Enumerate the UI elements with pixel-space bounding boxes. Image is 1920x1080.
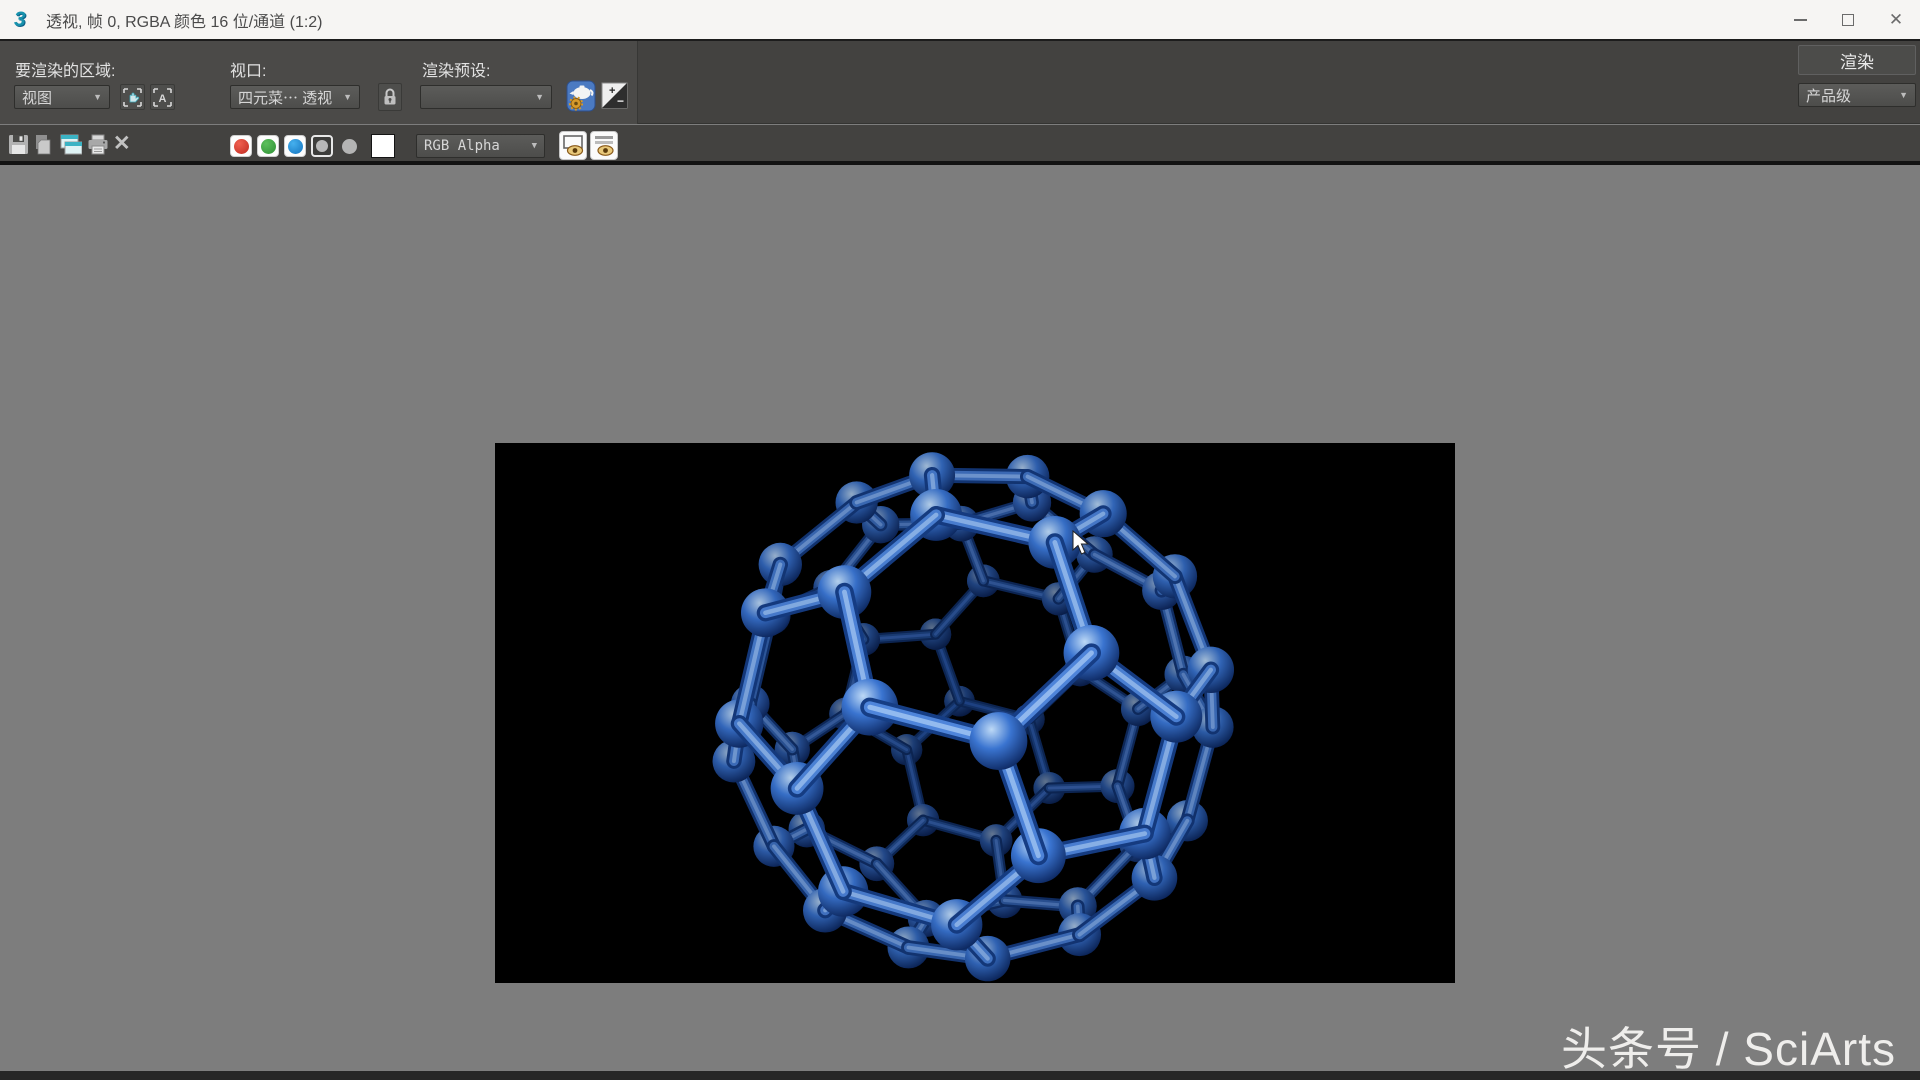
close-icon: ✕: [1889, 11, 1903, 28]
red-channel-icon: [234, 139, 249, 154]
exposure-control-button[interactable]: + −: [601, 82, 628, 109]
window-titlebar: 3 透视, 帧 0, RGBA 颜色 16 位/通道 (1:2) ✕: [0, 0, 1920, 39]
save-image-button[interactable]: [8, 134, 29, 160]
area-to-render-dropdown[interactable]: 视图 ▼: [14, 85, 110, 109]
auto-region-icon: A: [153, 88, 172, 107]
chevron-down-icon: ▼: [532, 141, 537, 151]
green-channel-icon: [261, 139, 276, 154]
maximize-icon: [1842, 14, 1854, 26]
monochrome-channel-icon: [316, 140, 328, 152]
blue-channel-button[interactable]: [284, 135, 306, 157]
clear-image-button[interactable]: ✕: [113, 131, 131, 156]
viewport-dropdown[interactable]: 四元菜⋯ 透视 ▼: [230, 85, 360, 109]
svg-text:A: A: [159, 93, 167, 105]
render-button[interactable]: 渲染: [1798, 45, 1916, 75]
gamma-display-button[interactable]: [559, 131, 587, 160]
viewport-label: 视口:: [230, 57, 266, 81]
render-setup-teapot-icon: [566, 80, 596, 112]
monochrome-channel-button[interactable]: [311, 135, 333, 157]
bottom-edge-strip: [0, 1071, 1920, 1080]
rendered-image: [495, 443, 1455, 983]
gamma-eye-icon: [562, 134, 584, 157]
render-preset-label: 渲染预设:: [422, 57, 490, 81]
print-icon: [87, 134, 109, 155]
blue-channel-icon: [288, 139, 303, 154]
print-image-button[interactable]: [87, 134, 109, 160]
exposure-control-icon: + −: [601, 82, 628, 109]
app-icon-3dsmax: 3: [14, 8, 40, 32]
area-to-render-label: 要渲染的区域:: [15, 57, 115, 81]
close-button[interactable]: ✕: [1872, 0, 1920, 39]
production-level-dropdown[interactable]: 产品级 ▼: [1798, 83, 1916, 107]
hand-region-icon: [123, 88, 142, 107]
copy-image-button[interactable]: [34, 134, 55, 160]
color-correction-button[interactable]: [590, 131, 618, 160]
auto-region-button[interactable]: A: [150, 84, 175, 110]
lock-viewport-button[interactable]: [378, 83, 402, 111]
green-channel-button[interactable]: [257, 135, 279, 157]
clone-rendered-frame-button[interactable]: [60, 134, 82, 160]
channel-display-dropdown[interactable]: RGB Alpha ▼: [416, 134, 545, 158]
edit-region-button[interactable]: [120, 84, 145, 110]
red-channel-button[interactable]: [230, 135, 252, 157]
maximize-button[interactable]: [1824, 0, 1872, 39]
window-controls: ✕: [1776, 0, 1920, 39]
save-icon: [8, 134, 29, 155]
lock-icon: [382, 88, 398, 106]
render-controls-left-panel: [0, 41, 638, 124]
copy-icon: [34, 134, 55, 155]
minimize-button[interactable]: [1776, 0, 1824, 39]
c60-molecule-render: [495, 443, 1455, 983]
chevron-down-icon: ▼: [93, 92, 102, 102]
chevron-down-icon: ▼: [1899, 90, 1908, 100]
render-setup-button[interactable]: [566, 80, 596, 112]
minimize-icon: [1794, 19, 1807, 21]
chevron-down-icon: ▼: [535, 92, 544, 102]
color-correction-eye-icon: [593, 134, 615, 157]
alpha-channel-button[interactable]: [338, 135, 360, 157]
clone-window-icon: [60, 134, 82, 155]
chevron-down-icon: ▼: [343, 92, 352, 102]
svg-text:−: −: [617, 94, 624, 108]
alpha-channel-icon: [342, 139, 357, 154]
render-preset-dropdown[interactable]: ▼: [420, 85, 552, 109]
background-color-swatch[interactable]: [371, 134, 395, 158]
window-title: 透视, 帧 0, RGBA 颜色 16 位/通道 (1:2): [46, 8, 323, 32]
mouse-cursor-icon: [1071, 530, 1093, 556]
watermark-text: 头条号 / SciArts: [1561, 1013, 1896, 1079]
svg-text:+: +: [609, 85, 615, 97]
